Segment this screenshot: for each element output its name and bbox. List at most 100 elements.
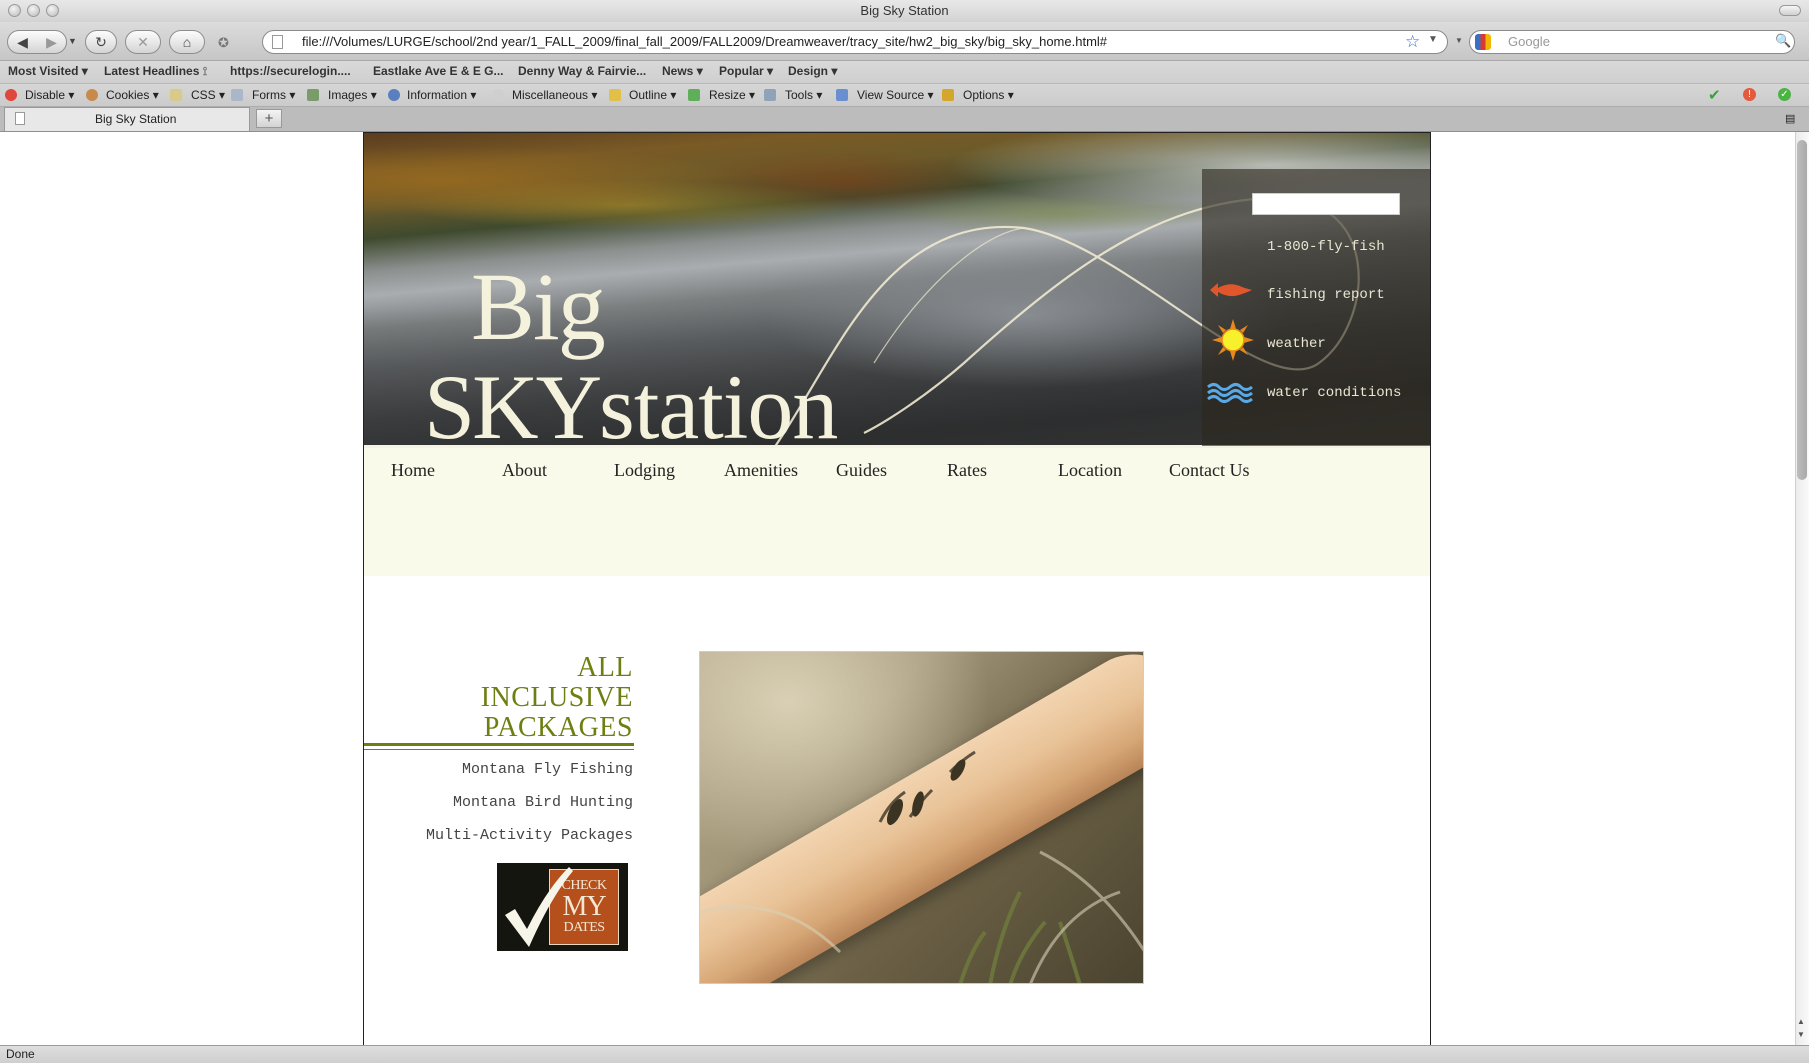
logo-sky-station-text: SKYstation xyxy=(424,361,838,448)
hero-banner: Big SKYstation 1-800-fly-fish fishing re… xyxy=(364,133,1430,448)
miscellaneous-icon xyxy=(492,89,504,101)
packages-heading-line: ALL xyxy=(577,652,633,683)
images-icon xyxy=(307,89,319,101)
nav-guides[interactable]: Guides xyxy=(836,460,887,481)
fishing-report-link[interactable]: fishing report xyxy=(1267,287,1385,303)
status-ok-icon[interactable]: ✓ xyxy=(1778,88,1791,101)
toolbar-toggle-button[interactable] xyxy=(1779,5,1801,16)
dev-css-menu[interactable]: CSS ▾ xyxy=(191,88,225,102)
stop-button[interactable]: ✕ xyxy=(125,30,161,54)
back-forward-buttons: ◀ ▶ xyxy=(7,30,67,54)
options-key-icon xyxy=(942,89,954,101)
dev-view-source-menu[interactable]: View Source ▾ xyxy=(857,88,934,102)
stop-icon: ✕ xyxy=(137,33,149,50)
package-multi-activity[interactable]: Multi-Activity Packages xyxy=(426,827,633,844)
scroll-down-arrow-icon[interactable]: ▼ xyxy=(1797,1030,1805,1039)
bookmark-popular[interactable]: Popular ▾ xyxy=(719,64,773,78)
validation-ok-icon[interactable]: ✔ xyxy=(1708,86,1721,104)
nav-home[interactable]: Home xyxy=(391,460,435,481)
dev-menu-label: Forms xyxy=(252,88,286,102)
bookmark-star-icon[interactable]: ☆ xyxy=(1405,32,1420,52)
dev-disable-menu[interactable]: Disable ▾ xyxy=(25,88,74,102)
weather-link[interactable]: weather xyxy=(1267,336,1326,352)
bookmark-label: News xyxy=(662,64,694,78)
nav-rates[interactable]: Rates xyxy=(947,460,987,481)
document-icon xyxy=(15,112,25,125)
scroll-up-arrow-icon[interactable]: ▲ xyxy=(1797,1017,1805,1026)
tools-icon xyxy=(764,89,776,101)
dev-options-menu[interactable]: Options ▾ xyxy=(963,88,1014,102)
water-conditions-link[interactable]: water conditions xyxy=(1267,385,1401,401)
bookmark-label: Popular xyxy=(719,64,764,78)
tab-big-sky-station[interactable]: Big Sky Station xyxy=(4,107,250,131)
packages-divider-thin xyxy=(364,749,634,750)
outline-pencil-icon xyxy=(609,89,621,101)
url-dropdown-icon[interactable]: ▼ xyxy=(1428,34,1438,45)
logo-sky: SKY xyxy=(424,356,602,448)
bookmark-label: Most Visited xyxy=(8,64,79,78)
packages-heading: ALL INCLUSIVE PACKAGES xyxy=(364,653,633,743)
resize-icon xyxy=(688,89,700,101)
bookmark-design[interactable]: Design ▾ xyxy=(788,64,837,78)
google-engine-icon[interactable] xyxy=(1475,34,1491,50)
dev-menu-label: Options xyxy=(963,88,1005,102)
dev-menu-label: CSS xyxy=(191,88,216,102)
checkmark-icon xyxy=(505,867,573,947)
packages-heading-line: INCLUSIVE xyxy=(480,682,633,713)
scrollbar-thumb[interactable] xyxy=(1797,140,1807,480)
cookie-icon xyxy=(86,89,98,101)
dev-menu-label: Outline xyxy=(629,88,668,102)
home-button[interactable]: ⌂ xyxy=(169,30,205,54)
forward-arrow-icon[interactable]: ▶ xyxy=(37,34,66,51)
dev-menu-label: Tools xyxy=(785,88,814,102)
forms-icon xyxy=(231,89,243,101)
reload-button[interactable]: ↻ xyxy=(85,30,117,54)
bookmark-news[interactable]: News ▾ xyxy=(662,64,703,78)
dev-tools-menu[interactable]: Tools ▾ xyxy=(785,88,822,102)
packages-heading-line: PACKAGES xyxy=(483,712,633,743)
bookmark-securelogin[interactable]: https://securelogin.... xyxy=(230,64,351,78)
bookmark-latest-headlines[interactable]: Latest Headlines ⟟ xyxy=(104,64,207,79)
tab-list-icon[interactable]: ▤ xyxy=(1785,112,1799,125)
window-titlebar: Big Sky Station xyxy=(0,0,1809,23)
bookmark-denny-way[interactable]: Denny Way & Fairvie... xyxy=(518,64,646,78)
dev-menu-label: Miscellaneous xyxy=(512,88,589,102)
error-indicator-icon[interactable]: ! xyxy=(1743,88,1756,101)
nav-about[interactable]: About xyxy=(502,460,547,481)
dev-menu-label: Disable xyxy=(25,88,66,102)
package-montana-fly-fishing[interactable]: Montana Fly Fishing xyxy=(462,761,633,778)
dev-miscellaneous-menu[interactable]: Miscellaneous ▾ xyxy=(512,88,597,102)
nav-amenities[interactable]: Amenities xyxy=(724,460,798,481)
nav-location[interactable]: Location xyxy=(1058,460,1122,481)
dev-cookies-menu[interactable]: Cookies ▾ xyxy=(106,88,159,102)
addon-icon[interactable]: ✪ xyxy=(218,35,229,51)
reload-icon: ↻ xyxy=(95,33,107,50)
back-arrow-icon[interactable]: ◀ xyxy=(8,34,37,51)
search-field[interactable] xyxy=(1252,193,1400,215)
url-bar[interactable]: file:///Volumes/LURGE/school/2nd year/1_… xyxy=(262,30,1448,54)
css-icon xyxy=(170,89,182,101)
bookmarks-toolbar: Most Visited ▾ Latest Headlines ⟟ https:… xyxy=(0,61,1809,84)
logo-station: station xyxy=(599,356,838,448)
dev-outline-menu[interactable]: Outline ▾ xyxy=(629,88,676,102)
magnifier-icon[interactable]: 🔍 xyxy=(1775,33,1791,49)
nav-contact-us[interactable]: Contact Us xyxy=(1169,460,1250,481)
search-input[interactable]: Google xyxy=(1469,30,1795,54)
water-waves-icon xyxy=(1207,383,1253,403)
new-tab-button[interactable]: + xyxy=(256,109,282,128)
package-montana-bird-hunting[interactable]: Montana Bird Hunting xyxy=(453,794,633,811)
dev-information-menu[interactable]: Information ▾ xyxy=(407,88,476,102)
main-navigation: Home About Lodging Amenities Guides Rate… xyxy=(364,448,1430,576)
check-my-dates-button[interactable]: CHECK MY DATES xyxy=(497,863,628,951)
history-dropdown-icon[interactable]: ▼ xyxy=(68,36,77,46)
view-source-icon xyxy=(836,89,848,101)
bookmark-eastlake[interactable]: Eastlake Ave E & E G... xyxy=(373,64,504,78)
dev-images-menu[interactable]: Images ▾ xyxy=(328,88,377,102)
dev-resize-menu[interactable]: Resize ▾ xyxy=(709,88,755,102)
search-engine-dropdown-icon[interactable]: ▼ xyxy=(1455,36,1463,45)
nav-lodging[interactable]: Lodging xyxy=(614,460,675,481)
home-icon: ⌂ xyxy=(182,34,192,50)
dev-menu-label: Images xyxy=(328,88,368,102)
dev-forms-menu[interactable]: Forms ▾ xyxy=(252,88,295,102)
bookmark-most-visited[interactable]: Most Visited ▾ xyxy=(8,64,88,78)
